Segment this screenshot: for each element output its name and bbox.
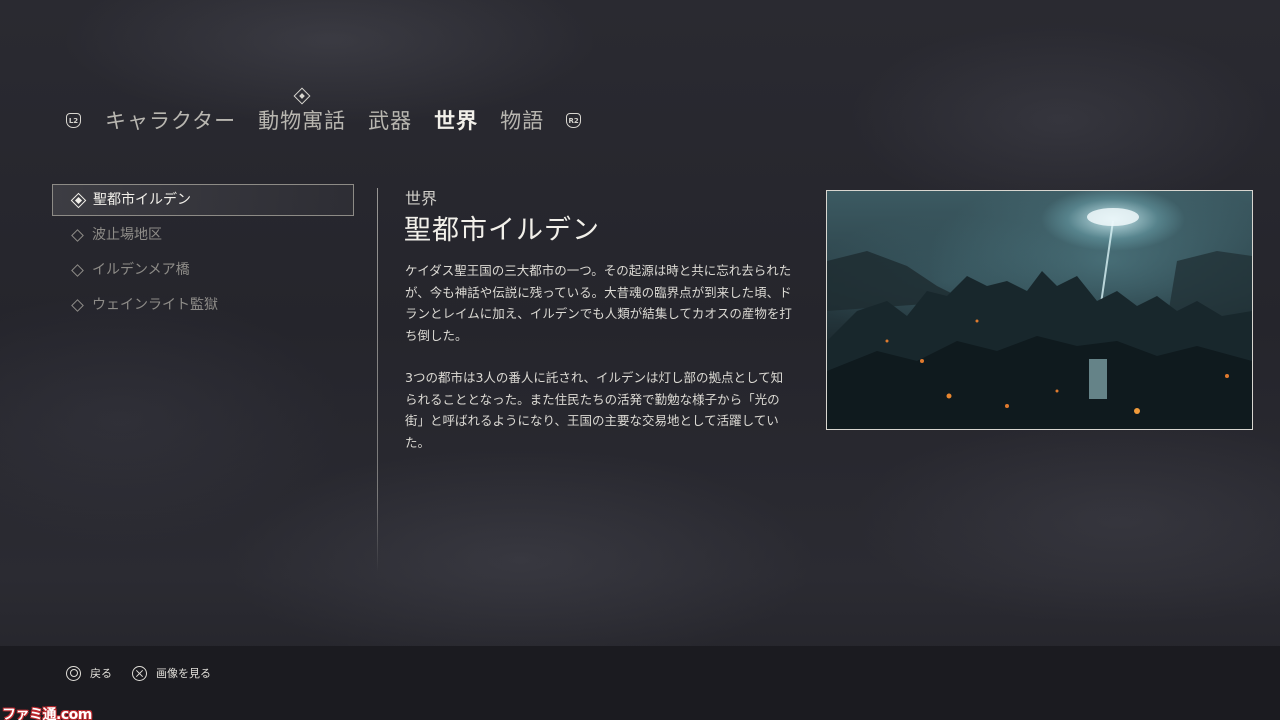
city-artwork-image [827, 208, 1252, 429]
list-item-holy-city-ilden[interactable]: 聖都市イルデン [52, 184, 354, 216]
back-hint[interactable]: 戻る [66, 665, 112, 681]
tab-bestiary[interactable]: 動物寓話 [258, 87, 347, 135]
new-indicator-icon [293, 87, 311, 105]
entry-list: 聖都市イルデン 波止場地区 イルデンメア橋 ウェインライト監獄 [52, 184, 354, 324]
tab-characters[interactable]: キャラクター [105, 105, 236, 135]
entry-title: 聖都市イルデン [404, 215, 600, 246]
list-item-docks-district[interactable]: 波止場地区 [52, 219, 354, 251]
list-item-wainwright-prison[interactable]: ウェインライト監獄 [52, 289, 354, 321]
watermark-logo: ファミ通.com [2, 707, 92, 720]
circle-button-icon [66, 665, 81, 681]
diamond-icon [71, 264, 84, 277]
view-image-hint[interactable]: 画像を見る [132, 665, 211, 681]
tab-bestiary-label: 動物寓話 [258, 109, 347, 133]
list-item-label: ウェインライト監獄 [92, 297, 218, 313]
tab-weapons[interactable]: 武器 [368, 105, 412, 135]
list-item-label: イルデンメア橋 [92, 262, 190, 278]
description-paragraph: ケイダス聖王国の三大都市の一つ。その起源は時と共に忘れ去られたが、今も神話や伝説… [405, 263, 792, 343]
entry-artwork[interactable] [826, 190, 1253, 430]
back-label: 戻る [90, 667, 112, 680]
entry-category: 世界 [405, 189, 438, 208]
codex-screen: L2 キャラクター 動物寓話 武器 世界 物語 R2 聖都市イルデン 波止場地区… [0, 0, 1280, 720]
cross-button-icon [132, 665, 147, 681]
diamond-icon [71, 299, 84, 312]
description-paragraph: 3つの都市は3人の番人に託され、イルデンは灯し部の拠点として知られることとなった… [405, 370, 784, 450]
list-item-label: 聖都市イルデン [93, 192, 191, 208]
list-item-ildenmere-bridge[interactable]: イルデンメア橋 [52, 254, 354, 286]
category-tabs: L2 キャラクター 動物寓話 武器 世界 物語 R2 [66, 87, 582, 140]
view-image-label: 画像を見る [156, 667, 211, 680]
tab-world[interactable]: 世界 [434, 105, 478, 135]
diamond-icon [71, 229, 84, 242]
list-item-label: 波止場地区 [92, 227, 162, 243]
selected-diamond-icon [70, 192, 87, 209]
entry-description: ケイダス聖王国の三大都市の一つ。その起源は時と共に忘れ去られたが、今も神話や伝説… [405, 260, 795, 474]
l2-button-icon[interactable]: L2 [66, 112, 81, 128]
footer-bar: 戻る 画像を見る [0, 646, 1280, 720]
r2-button-icon[interactable]: R2 [566, 112, 582, 128]
tab-story[interactable]: 物語 [500, 105, 544, 135]
vertical-divider [377, 188, 378, 572]
